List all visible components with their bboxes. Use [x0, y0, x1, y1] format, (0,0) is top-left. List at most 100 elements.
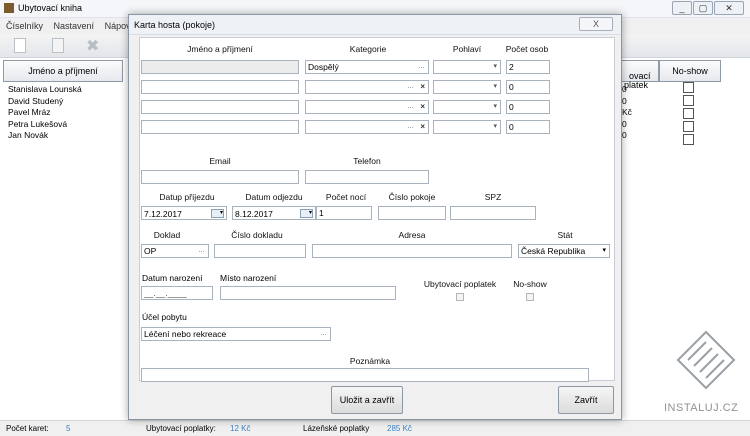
arrival-label: Datup příjezdu: [159, 192, 215, 202]
grid-header-fee[interactable]: ovací platek: [621, 60, 659, 90]
room-number-field[interactable]: [378, 206, 446, 220]
table-row[interactable]: Petra Lukešová: [8, 119, 126, 131]
delete-icon[interactable]: ✖: [86, 36, 99, 56]
category-select[interactable]: Dospělý…: [305, 60, 429, 74]
gender-select[interactable]: ▾: [433, 100, 501, 114]
doc-type-select[interactable]: OP…: [141, 244, 209, 258]
guest-name-field[interactable]: [141, 80, 299, 94]
grid-header-noshow[interactable]: No-show: [659, 60, 721, 82]
spz-field[interactable]: [450, 206, 536, 220]
note-label: Poznámka: [349, 356, 391, 366]
purpose-select[interactable]: Léčení nebo rekreace…: [141, 327, 331, 341]
calendar-icon[interactable]: ▾: [300, 209, 313, 218]
doc-number-field[interactable]: [214, 244, 306, 258]
email-field[interactable]: [141, 170, 299, 184]
gender-select[interactable]: ▾: [433, 60, 501, 74]
persons-field[interactable]: 0: [506, 120, 550, 134]
noshow-checkbox[interactable]: [683, 82, 694, 93]
grid-header-name[interactable]: Jméno a příjmení: [3, 60, 123, 82]
clear-icon[interactable]: ×: [420, 121, 425, 133]
birthdate-field[interactable]: __.__.____: [141, 286, 213, 300]
chevron-down-icon: ▾: [493, 123, 497, 130]
fee-label: Ubytovací poplatek: [423, 279, 497, 289]
calendar-icon[interactable]: ▾: [211, 209, 224, 218]
guest-name-field[interactable]: [141, 60, 299, 74]
persons-field[interactable]: 0: [506, 100, 550, 114]
departure-date-field[interactable]: 8.12.2017 ▾: [232, 206, 316, 220]
new-document-icon[interactable]: [14, 38, 26, 53]
ellipsis-icon: …: [198, 247, 205, 254]
fee-total-label: Ubytovací poplatky:: [146, 424, 216, 433]
ellipsis-icon: …: [407, 123, 414, 130]
fee-cell: 0: [622, 84, 627, 94]
category-select[interactable]: … ×: [305, 80, 429, 94]
edit-document-icon[interactable]: [52, 38, 64, 53]
fee-cell: 0: [622, 95, 627, 106]
close-window-button[interactable]: ✕: [714, 1, 744, 15]
dialog-close-button[interactable]: X: [579, 17, 613, 31]
gender-select[interactable]: ▾: [433, 120, 501, 134]
spa-total-value: 285 Kč: [387, 424, 412, 433]
email-label: Email: [209, 156, 231, 166]
gender-select[interactable]: ▾: [433, 80, 501, 94]
table-row[interactable]: Jan Novák: [8, 130, 126, 142]
birthplace-field[interactable]: [220, 286, 396, 300]
clear-icon[interactable]: ×: [420, 81, 425, 93]
window-title: Ubytovací kniha: [18, 3, 83, 13]
chevron-down-icon: ▾: [493, 63, 497, 70]
address-label: Adresa: [398, 230, 426, 240]
noshow-checkbox[interactable]: [683, 108, 694, 119]
nights-field[interactable]: 1: [316, 206, 372, 220]
guest-name-field[interactable]: [141, 120, 299, 134]
guest-card-dialog: Karta hosta (pokoje) X Jméno a příjmení …: [128, 14, 622, 420]
persons-field[interactable]: 2: [506, 60, 550, 74]
chevron-down-icon: ▾: [602, 247, 606, 254]
ellipsis-icon: …: [407, 83, 414, 90]
noshow-dialog-checkbox[interactable]: [526, 293, 534, 301]
noshow-checkbox[interactable]: [683, 95, 694, 106]
maximize-button[interactable]: ▢: [693, 1, 713, 15]
gender-header: Pohlaví: [452, 44, 482, 54]
save-and-close-button[interactable]: Uložit a zavřít: [331, 386, 403, 414]
address-field[interactable]: [312, 244, 512, 258]
guest-name-field[interactable]: [141, 100, 299, 114]
country-select[interactable]: Česká Republika ▾: [518, 244, 610, 258]
note-field[interactable]: [141, 368, 589, 382]
chevron-down-icon: ▾: [493, 83, 497, 90]
nights-label: Počet nocí: [325, 192, 367, 202]
fee-cell: 0: [622, 118, 627, 129]
table-row[interactable]: Stanislava Lounská: [8, 84, 126, 96]
fee-checkbox[interactable]: [456, 293, 464, 301]
name-header: Jméno a příjmení: [187, 44, 253, 54]
noshow-checkbox[interactable]: [683, 134, 694, 145]
watermark-text: INSTALUJ.CZ: [664, 402, 739, 414]
category-header: Kategorie: [349, 44, 387, 54]
arrival-date-field[interactable]: 7.12.2017 ▾: [141, 206, 227, 220]
close-button[interactable]: Zavřít: [558, 386, 614, 414]
menu-ciselniky[interactable]: Číselníky: [6, 21, 43, 31]
phone-label: Telefon: [353, 156, 381, 166]
fee-cell: 0: [622, 130, 627, 140]
noshow-checkbox[interactable]: [683, 121, 694, 132]
fee-total-value: 12 Kč: [230, 424, 251, 433]
persons-field[interactable]: 0: [506, 80, 550, 94]
persons-header: Počet osob: [505, 44, 549, 54]
noshow-label: No-show: [513, 279, 547, 289]
category-select[interactable]: … ×: [305, 120, 429, 134]
room-label: Číslo pokoje: [388, 192, 436, 202]
doc-label: Doklad: [153, 230, 181, 240]
menu-nastaveni[interactable]: Nastavení: [54, 21, 95, 31]
category-select[interactable]: … ×: [305, 100, 429, 114]
count-value: 5: [66, 424, 71, 433]
phone-field[interactable]: [305, 170, 429, 184]
doc-number-label: Číslo dokladu: [231, 230, 283, 240]
table-row[interactable]: Pavel Mráz: [8, 107, 126, 119]
clear-icon[interactable]: ×: [420, 101, 425, 113]
birthplace-label: Místo narození: [220, 273, 277, 283]
grid-rows-fee: 0 0 Kč 0 0: [622, 84, 652, 142]
minimize-button[interactable]: _: [672, 1, 692, 15]
statusbar: Počet karet: 5 Ubytovací poplatky: 12 Kč…: [0, 420, 750, 436]
watermark-logo: INSTALUJ.CZ: [664, 330, 744, 416]
table-row[interactable]: David Studený: [8, 96, 126, 108]
count-label: Počet karet:: [6, 424, 49, 433]
